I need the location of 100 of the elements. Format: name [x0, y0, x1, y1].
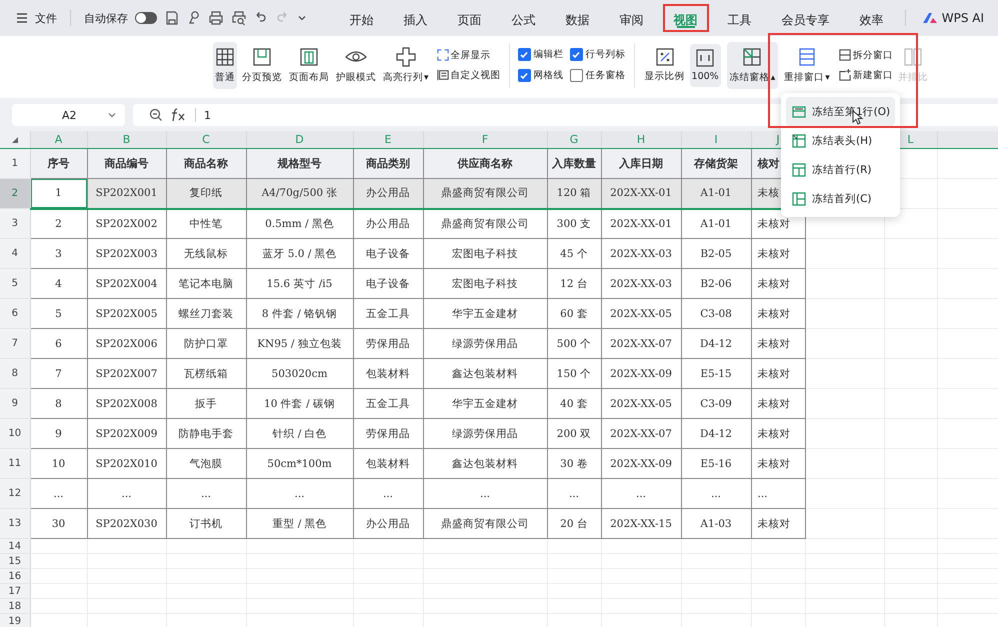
table-cell: 宏图电子科技: [423, 238, 547, 268]
table-cell: 7: [30, 358, 87, 388]
row-number[interactable]: 16: [0, 568, 30, 584]
table-cell: 劳保用品: [353, 418, 423, 448]
checkbox[interactable]: 任务窗格: [570, 69, 626, 82]
table-cell: C3-08: [681, 298, 751, 328]
table-cell: 重型 / 黑色: [246, 508, 353, 538]
row-number[interactable]: 9: [0, 388, 30, 418]
view-mode-button[interactable]: 护眼模式: [334, 42, 378, 88]
menu-icon[interactable]: [16, 12, 28, 24]
row-number[interactable]: 7: [0, 328, 30, 358]
column-title: 规格型号: [246, 148, 353, 178]
row-number[interactable]: 1: [0, 148, 30, 178]
ribbon-tab[interactable]: 审阅: [608, 4, 655, 32]
table-cell: 10: [30, 448, 87, 478]
table-cell: 鼎盛商贸有限公司: [423, 508, 547, 538]
row-number[interactable]: 19: [0, 614, 30, 627]
table-cell: 未核对: [751, 508, 805, 538]
table-cell: 电子设备: [353, 268, 423, 298]
checkbox[interactable]: 行号列标: [570, 48, 626, 61]
row-number[interactable]: 4: [0, 238, 30, 268]
table-cell: 202X-XX-05: [601, 298, 681, 328]
window-button[interactable]: 重排窗口▾: [781, 42, 833, 88]
new-window-button[interactable]: 新建窗口: [838, 68, 893, 82]
ribbon-tab[interactable]: 工具: [716, 4, 763, 32]
column-title: 供应商名称: [423, 148, 547, 178]
row-number[interactable]: 18: [0, 598, 30, 614]
row-number[interactable]: 8: [0, 358, 30, 388]
table-cell: E5-16: [681, 448, 751, 478]
table-cell: 150 个: [547, 358, 601, 388]
table-cell: 未核对: [751, 388, 805, 418]
table-cell: 蓝牙 5.0 / 黑色: [246, 238, 353, 268]
save-icon[interactable]: [164, 10, 180, 26]
table-cell: 503020cm: [246, 358, 353, 388]
fullscreen-button[interactable]: 全屏显示: [436, 48, 501, 62]
split-window-button[interactable]: 拆分窗口: [838, 48, 893, 62]
select-all-icon[interactable]: [12, 137, 18, 143]
row-number[interactable]: 15: [0, 554, 30, 568]
ribbon-tab[interactable]: 公式: [500, 4, 547, 32]
table-cell: 复印纸: [166, 178, 246, 208]
row-number[interactable]: 11: [0, 448, 30, 478]
table-cell: 500 个: [547, 328, 601, 358]
custom-view-button[interactable]: 自定义视图: [436, 68, 501, 82]
crosshair-icon: [396, 46, 416, 66]
print-icon[interactable]: [208, 10, 224, 26]
view-mode-button[interactable]: 高亮行列▾: [381, 42, 431, 88]
table-cell: 9: [30, 418, 87, 448]
file-menu[interactable]: 文件: [35, 10, 57, 26]
print-preview-icon[interactable]: [231, 10, 247, 26]
table-cell: D4-12: [681, 328, 751, 358]
table-cell: 防静电手套: [166, 418, 246, 448]
row-number[interactable]: 6: [0, 298, 30, 328]
window-button[interactable]: 冻结窗格▴: [726, 42, 778, 88]
table-cell: 宏图电子科技: [423, 268, 547, 298]
table-cell: 螺丝刀套装: [166, 298, 246, 328]
table-cell: 120 箱: [547, 178, 601, 208]
table-cell: A4/70g/500 张: [246, 178, 353, 208]
table-cell: 10 件套 / 碳钢: [246, 388, 353, 418]
ribbon-tab[interactable]: 数据: [554, 4, 601, 32]
row-number[interactable]: 17: [0, 584, 30, 598]
zoom-button[interactable]: 100%: [690, 44, 721, 86]
row-number[interactable]: 3: [0, 208, 30, 238]
new-window-icon: [838, 69, 851, 81]
table-cell: 8 件套 / 铬钒钢: [246, 298, 353, 328]
ai-button[interactable]: WPS AI: [912, 11, 998, 25]
table-cell: ...: [166, 478, 246, 508]
ribbon-tab[interactable]: 开始: [338, 4, 385, 32]
row-number[interactable]: 5: [0, 268, 30, 298]
ribbon-tab[interactable]: 页面: [446, 4, 493, 32]
table-cell: 办公用品: [353, 208, 423, 238]
freeze-panes-icon: [742, 46, 762, 66]
table-cell: SP202X009: [87, 418, 166, 448]
row-number[interactable]: 14: [0, 538, 30, 554]
table-cell: 12 台: [547, 268, 601, 298]
pin-icon[interactable]: [187, 10, 201, 26]
table-cell: 45 个: [547, 238, 601, 268]
autosave-toggle[interactable]: [135, 12, 157, 24]
ribbon-tab[interactable]: 效率: [848, 4, 895, 32]
actual-size-icon: [696, 48, 714, 66]
name-box[interactable]: A2: [12, 104, 125, 126]
function-icon[interactable]: [171, 108, 187, 122]
row-number[interactable]: 13: [0, 508, 30, 538]
ribbon-tab[interactable]: 会员专享: [770, 4, 841, 32]
view-mode-button[interactable]: 分页预览: [240, 42, 284, 88]
table-cell: 包装材料: [353, 358, 423, 388]
table-cell: 未核对: [751, 418, 805, 448]
table-cell: 针织 / 白色: [246, 418, 353, 448]
page-layout-icon: [299, 46, 319, 66]
row-number[interactable]: 10: [0, 418, 30, 448]
checkbox[interactable]: 编辑栏: [518, 48, 564, 61]
table-cell: 2: [30, 208, 87, 238]
table-cell: 6: [30, 328, 87, 358]
view-mode-button[interactable]: 页面布局: [287, 42, 331, 88]
ribbon-tab[interactable]: 插入: [392, 4, 439, 32]
checkbox[interactable]: 网格线: [518, 69, 564, 82]
zoom-out-icon[interactable]: [149, 108, 163, 122]
zoom-button[interactable]: 显示比例: [642, 42, 687, 88]
row-number[interactable]: 12: [0, 478, 30, 508]
table-cell: 华宇五金建材: [423, 298, 547, 328]
view-mode-button[interactable]: 普通: [213, 42, 237, 88]
